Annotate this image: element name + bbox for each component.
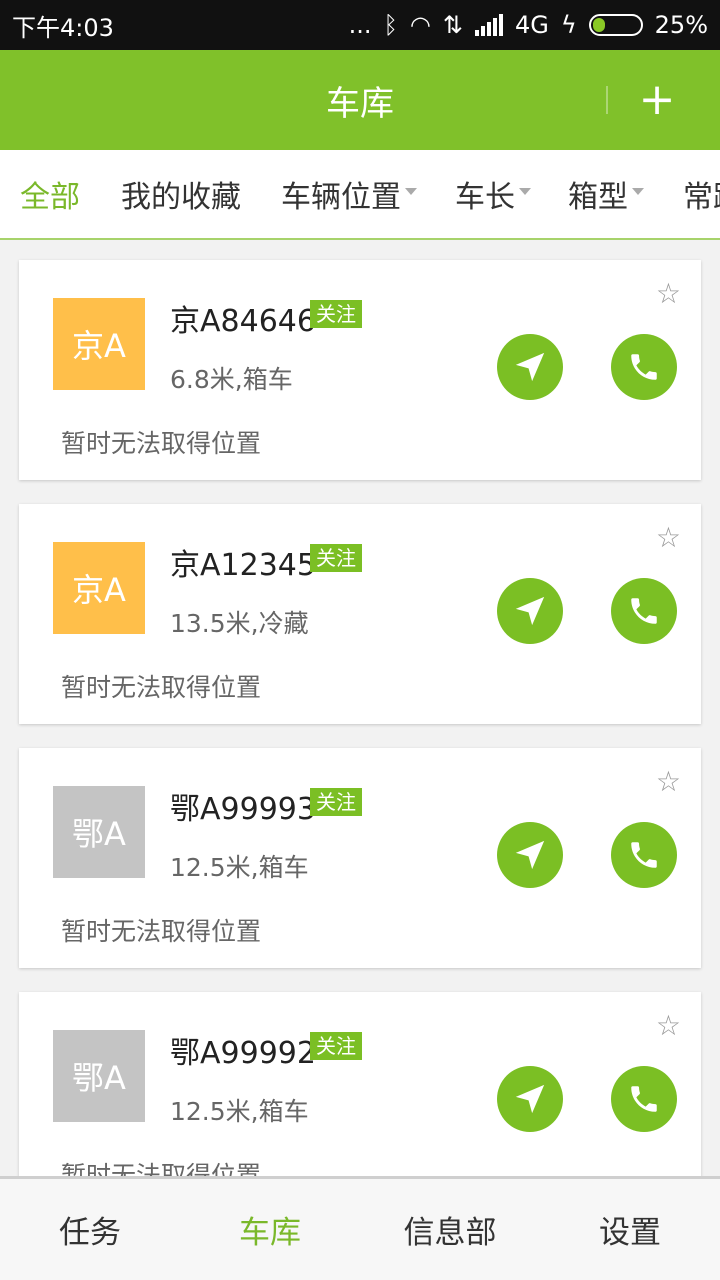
plate-number: 京A12345 (170, 548, 316, 583)
signal-icon (474, 14, 503, 36)
location-text: 暂时无法取得位置 (61, 429, 262, 458)
more-dots-icon: ... (348, 11, 372, 39)
favorite-star-icon[interactable]: ☆ (656, 1012, 681, 1040)
status-icons: ... ᛒ ◠ ⇅ 4G ϟ 25% (349, 11, 708, 39)
location-text: 暂时无法取得位置 (61, 917, 262, 946)
favorite-star-icon[interactable]: ☆ (656, 524, 681, 552)
navigate-button[interactable] (497, 578, 563, 644)
header-divider (606, 86, 608, 114)
region-badge: 鄂A (53, 786, 145, 878)
vehicle-card[interactable]: 京A 京A84646 关注 6.8米,箱车 暂时无法取得位置 ☆ (19, 260, 701, 480)
page-title: 车库 (326, 83, 394, 124)
plate-number: 京A84646 (170, 304, 316, 339)
call-button[interactable] (611, 822, 677, 888)
caret-down-icon (405, 187, 417, 195)
call-button[interactable] (611, 334, 677, 400)
bluetooth-icon: ᛒ (383, 11, 398, 39)
wifi-icon: ◠ (409, 11, 431, 39)
data-transfer-icon: ⇅ (442, 11, 463, 39)
charging-icon: ϟ (560, 11, 577, 39)
favorite-star-icon[interactable]: ☆ (656, 768, 681, 796)
vehicle-card[interactable]: 鄂A 鄂A99993 关注 12.5米,箱车 暂时无法取得位置 ☆ (19, 748, 701, 968)
title-bar: 车库 + (0, 50, 720, 150)
battery-percent: 25% (654, 11, 708, 39)
vehicle-spec: 12.5米,箱车 (170, 853, 309, 882)
follow-tag: 关注 (310, 788, 362, 816)
vehicle-list[interactable]: 京A 京A84646 关注 6.8米,箱车 暂时无法取得位置 ☆ 京A 京A12… (0, 242, 720, 1176)
vehicle-spec: 13.5米,冷藏 (170, 609, 309, 638)
region-badge: 京A (53, 542, 145, 634)
tab-info-center[interactable]: 信息部 (360, 1179, 540, 1280)
bottom-tab-bar: 任务 车库 信息部 设置 (0, 1176, 720, 1280)
filter-all[interactable]: 全部 (20, 150, 80, 238)
phone-icon (631, 1086, 657, 1112)
location-text: 暂时无法取得位置 (61, 673, 262, 702)
navigate-button[interactable] (497, 822, 563, 888)
phone-icon (631, 598, 657, 624)
call-button[interactable] (611, 1066, 677, 1132)
phone-icon (631, 842, 657, 868)
filter-vehicle-location[interactable]: 车辆位置 (281, 150, 417, 238)
plate-number: 鄂A99992 (170, 1036, 316, 1071)
tab-garage[interactable]: 车库 (180, 1179, 360, 1280)
navigation-arrow-icon (515, 840, 545, 870)
add-vehicle-button[interactable]: + (634, 77, 680, 123)
filter-frequent-route[interactable]: 常跑 (683, 150, 720, 238)
favorite-star-icon[interactable]: ☆ (656, 280, 681, 308)
navigation-arrow-icon (515, 352, 545, 382)
navigate-button[interactable] (497, 1066, 563, 1132)
filter-favorites[interactable]: 我的收藏 (121, 150, 241, 238)
navigate-button[interactable] (497, 334, 563, 400)
filter-box-type[interactable]: 箱型 (568, 150, 644, 238)
vehicle-card[interactable]: 鄂A 鄂A99992 关注 12.5米,箱车 暂时无法取得位置 ☆ (19, 992, 701, 1176)
region-badge: 京A (53, 298, 145, 390)
phone-icon (631, 354, 657, 380)
plate-number: 鄂A99993 (170, 792, 316, 827)
filter-bar: 全部 我的收藏 车辆位置 车长 箱型 常跑 (0, 150, 720, 240)
follow-tag: 关注 (310, 300, 362, 328)
navigation-arrow-icon (515, 1084, 545, 1114)
navigation-arrow-icon (515, 596, 545, 626)
status-time: 下午4:03 (12, 13, 114, 42)
location-text: 暂时无法取得位置 (61, 1161, 262, 1176)
filter-vehicle-length[interactable]: 车长 (455, 150, 531, 238)
call-button[interactable] (611, 578, 677, 644)
region-badge: 鄂A (53, 1030, 145, 1122)
vehicle-card[interactable]: 京A 京A12345 关注 13.5米,冷藏 暂时无法取得位置 ☆ (19, 504, 701, 724)
tab-settings[interactable]: 设置 (540, 1179, 720, 1280)
plus-icon: + (638, 74, 676, 125)
battery-icon (588, 14, 643, 36)
follow-tag: 关注 (310, 1032, 362, 1060)
vehicle-spec: 12.5米,箱车 (170, 1097, 309, 1126)
network-type: 4G (514, 11, 549, 39)
caret-down-icon (519, 187, 531, 195)
vehicle-spec: 6.8米,箱车 (170, 365, 293, 394)
caret-down-icon (632, 187, 644, 195)
status-bar: 下午4:03 ... ᛒ ◠ ⇅ 4G ϟ 25% (0, 0, 720, 50)
follow-tag: 关注 (310, 544, 362, 572)
tab-tasks[interactable]: 任务 (0, 1179, 180, 1280)
